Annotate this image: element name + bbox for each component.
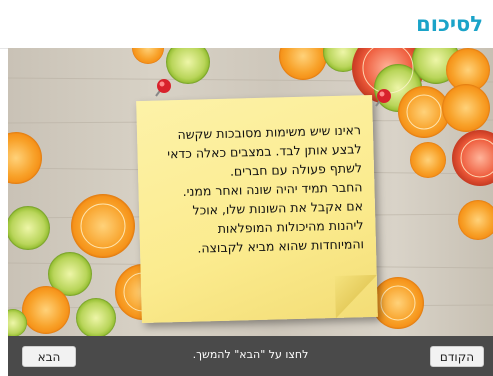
note-curl — [334, 274, 378, 318]
summary-text: ראינו שיש משימות מסובכות שקשה לבצע אותן … — [149, 120, 364, 259]
navigation-footer: הבא לחצו על "הבא" להמשך. הקודם — [8, 336, 493, 376]
content-stage: ראינו שיש משימות מסובכות שקשה לבצע אותן … — [8, 48, 493, 336]
previous-button[interactable]: הקודם — [430, 346, 484, 367]
page-title: לסיכום — [416, 12, 483, 36]
sticky-note: ראינו שיש משימות מסובכות שקשה לבצע אותן … — [136, 94, 378, 324]
title-bar: לסיכום — [0, 0, 493, 49]
pushpin-icon — [375, 89, 391, 107]
continue-hint: לחצו על "הבא" להמשך. — [192, 348, 309, 361]
pushpin-icon — [155, 79, 171, 97]
